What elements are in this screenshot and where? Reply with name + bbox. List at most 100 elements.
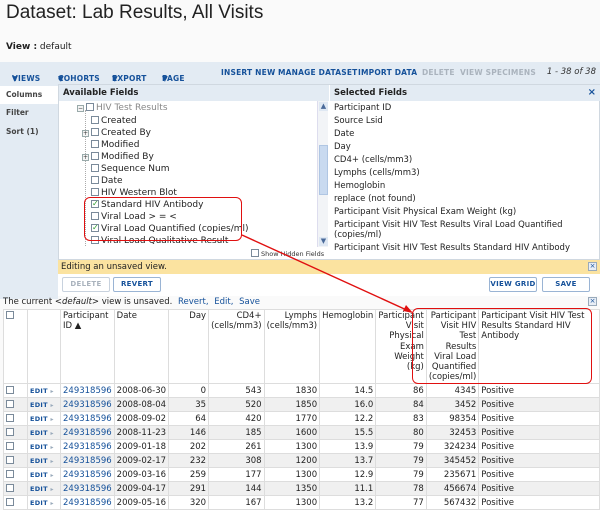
column-header-hemoglobin[interactable]: Hemoglobin xyxy=(319,308,377,385)
selected-field-item[interactable]: Lymphs (cells/mm3) xyxy=(330,166,600,179)
expand-icon[interactable]: + xyxy=(82,154,89,161)
selected-field-item[interactable]: Participant ID xyxy=(330,101,600,114)
collapse-icon[interactable]: − xyxy=(77,105,84,112)
revert-link[interactable]: Revert, xyxy=(178,297,209,307)
edit-link[interactable]: EDIT ▸ xyxy=(30,415,54,423)
participant-id-link[interactable]: 249318596 xyxy=(60,397,115,413)
revert-button[interactable]: REVERT xyxy=(113,277,161,292)
selected-field-item[interactable]: Participant Visit HIV Test Results Stand… xyxy=(330,241,600,254)
selected-field-item[interactable]: Day xyxy=(330,140,600,153)
scroll-down-icon[interactable]: ▼ xyxy=(319,237,328,246)
row-checkbox[interactable] xyxy=(6,427,14,436)
scroll-thumb[interactable] xyxy=(319,145,328,195)
checkbox[interactable] xyxy=(91,188,99,196)
selected-field-item[interactable]: Participant Visit HIV Test Results Viral… xyxy=(330,218,600,241)
row-checkbox[interactable] xyxy=(6,399,14,408)
close-icon[interactable]: × xyxy=(588,297,597,306)
tree-node-created[interactable]: Created xyxy=(91,116,137,127)
cd4-cell: 167 xyxy=(208,495,265,510)
lymphs-cell: 1850 xyxy=(263,397,321,413)
view-specimens-button[interactable]: VIEW SPECIMENS xyxy=(460,68,536,77)
selected-field-item[interactable]: Participant Visit Physical Exam Weight (… xyxy=(330,205,600,218)
tree-node-hiv-test-results[interactable]: − HIV Test Results xyxy=(77,103,168,114)
edit-link[interactable]: EDIT ▸ xyxy=(30,401,54,409)
selected-field-item[interactable]: Date xyxy=(330,127,600,140)
checkbox[interactable] xyxy=(91,164,99,172)
tree-node-modified-by[interactable]: + Modified By xyxy=(82,152,154,163)
participant-id-link[interactable]: 249318596 xyxy=(60,453,115,469)
save-link[interactable]: Save xyxy=(239,297,260,307)
selected-field-item[interactable]: Source Lsid xyxy=(330,114,600,127)
import-data-button[interactable]: IMPORT DATA xyxy=(358,68,417,77)
edit-link[interactable]: Edit, xyxy=(214,297,233,307)
tree-node-date[interactable]: Date xyxy=(91,176,123,187)
edit-cell: EDIT ▸ xyxy=(27,383,61,399)
edit-link[interactable]: EDIT ▸ xyxy=(30,485,54,493)
row-checkbox[interactable] xyxy=(6,455,14,464)
row-checkbox[interactable] xyxy=(6,469,14,478)
participant-id-link[interactable]: 249318596 xyxy=(60,495,115,510)
edit-link[interactable]: EDIT ▸ xyxy=(30,387,54,395)
column-header-day[interactable]: Day xyxy=(168,308,210,385)
scroll-up-icon[interactable]: ▲ xyxy=(319,102,328,111)
lymphs-cell: 1770 xyxy=(263,411,321,427)
table-row: EDIT ▸ 249318596 2009-04-17 291 144 1350 11.1 7… xyxy=(3,481,600,497)
participant-id-link[interactable]: 249318596 xyxy=(60,467,115,483)
edit-link[interactable]: EDIT ▸ xyxy=(30,457,54,465)
row-checkbox[interactable] xyxy=(6,413,14,422)
delete-button[interactable]: DELETE xyxy=(422,68,455,77)
view-grid-button[interactable]: VIEW GRID xyxy=(489,277,537,292)
column-header-lymphs[interactable]: Lymphs (cells/mm3) xyxy=(263,308,321,385)
selected-field-item[interactable]: Hemoglobin xyxy=(330,179,600,192)
tree-node-modified[interactable]: Modified xyxy=(91,140,139,151)
participant-id-link[interactable]: 249318596 xyxy=(60,439,115,455)
expand-icon[interactable]: + xyxy=(82,130,89,137)
date-cell: 2008-06-30 xyxy=(113,383,170,399)
lymphs-cell: 1830 xyxy=(263,383,321,399)
tab-sort[interactable]: Sort (1) xyxy=(0,127,58,136)
selected-field-item[interactable]: replace (not found) xyxy=(330,192,600,205)
tab-filter[interactable]: Filter xyxy=(0,108,58,117)
selected-field-item[interactable]: CD4+ (cells/mm3) xyxy=(330,153,600,166)
insert-new-button[interactable]: INSERT NEW xyxy=(221,68,275,77)
checkbox[interactable] xyxy=(91,116,99,124)
checkbox[interactable] xyxy=(91,176,99,184)
page-title: Dataset: Lab Results, All Visits xyxy=(6,2,264,23)
participant-id-link[interactable]: 249318596 xyxy=(60,411,115,427)
checkbox[interactable] xyxy=(86,103,94,111)
manage-dataset-button[interactable]: MANAGE DATASET xyxy=(278,68,357,77)
tree-node-created-by[interactable]: + Created By xyxy=(82,128,151,139)
tab-columns[interactable]: Columns xyxy=(0,86,58,104)
date-cell: 2009-02-17 xyxy=(113,453,170,469)
available-fields-header: Available Fields xyxy=(59,85,329,101)
edit-link[interactable]: EDIT ▸ xyxy=(30,471,54,479)
checkbox[interactable] xyxy=(91,140,99,148)
row-checkbox[interactable] xyxy=(6,497,14,506)
checkbox[interactable] xyxy=(251,249,259,257)
row-checkbox[interactable] xyxy=(6,483,14,492)
edit-link[interactable]: EDIT ▸ xyxy=(30,429,54,437)
delete-view-button[interactable]: DELETE xyxy=(62,277,110,292)
participant-id-link[interactable]: 249318596 xyxy=(60,383,115,399)
close-icon[interactable]: × xyxy=(588,262,597,271)
checkbox[interactable] xyxy=(91,152,99,160)
row-checkbox[interactable] xyxy=(6,385,14,394)
cd4-cell: 144 xyxy=(208,481,265,497)
hemoglobin-cell: 11.1 xyxy=(319,481,377,497)
cd4-cell: 420 xyxy=(208,411,265,427)
close-icon[interactable]: × xyxy=(588,87,596,98)
checkbox[interactable] xyxy=(91,128,99,136)
tree-node-sequence-num[interactable]: Sequence Num xyxy=(91,164,169,175)
column-header-participant-id[interactable]: Participant ID ▲ xyxy=(60,308,115,385)
show-hidden-fields-toggle[interactable]: Show Hidden Fields xyxy=(251,249,324,258)
column-header-date[interactable]: Date xyxy=(113,308,170,385)
edit-link[interactable]: EDIT ▸ xyxy=(30,443,54,451)
participant-id-link[interactable]: 249318596 xyxy=(60,481,115,497)
row-checkbox[interactable] xyxy=(6,441,14,450)
participant-id-link[interactable]: 249318596 xyxy=(60,425,115,441)
column-header-cd4[interactable]: CD4+ (cells/mm3) xyxy=(208,308,265,385)
select-all-checkbox[interactable] xyxy=(6,311,14,319)
available-fields-scrollbar[interactable]: ▲ ▼ xyxy=(317,101,328,247)
weight-cell: 77 xyxy=(375,495,427,510)
save-button[interactable]: SAVE xyxy=(542,277,590,292)
